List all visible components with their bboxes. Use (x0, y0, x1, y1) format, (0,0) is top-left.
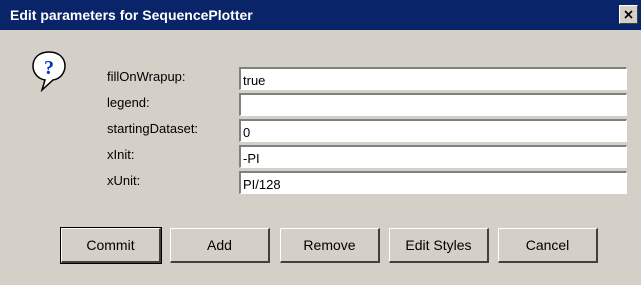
x-unit-field[interactable] (239, 171, 627, 194)
commit-button[interactable]: Commit (60, 227, 162, 264)
close-icon (624, 10, 633, 19)
cancel-button[interactable]: Cancel (498, 228, 598, 263)
question-mark-icon: ? (32, 51, 66, 92)
title-bar[interactable]: Edit parameters for SequencePlotter (0, 0, 641, 30)
remove-button[interactable]: Remove (280, 228, 380, 263)
window-title: Edit parameters for SequencePlotter (10, 7, 253, 23)
starting-dataset-field[interactable] (239, 119, 627, 142)
x-unit-label: xUnit: (107, 173, 141, 188)
x-init-field[interactable] (239, 145, 627, 168)
legend-label: legend: (107, 95, 150, 110)
add-button[interactable]: Add (170, 228, 270, 263)
svg-text:?: ? (44, 57, 54, 79)
legend-field[interactable] (239, 93, 627, 116)
edit-parameters-dialog: Edit parameters for SequencePlotter ? fi… (0, 0, 641, 285)
edit-styles-button[interactable]: Edit Styles (389, 228, 489, 263)
starting-dataset-label: startingDataset: (107, 121, 199, 136)
close-button[interactable] (619, 5, 638, 24)
x-init-label: xInit: (107, 147, 135, 162)
fill-on-wrapup-label: fillOnWrapup: (107, 69, 186, 84)
fill-on-wrapup-field[interactable] (239, 67, 627, 90)
